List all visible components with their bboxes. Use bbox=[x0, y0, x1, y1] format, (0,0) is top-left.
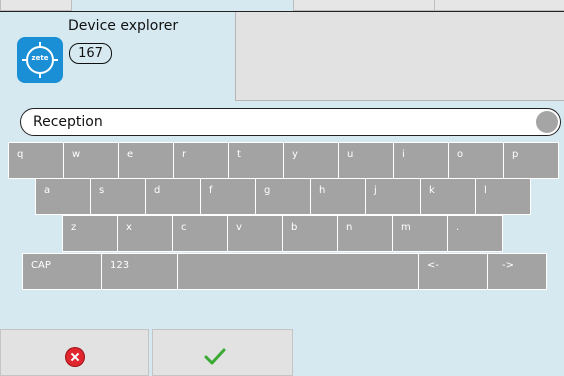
key-e[interactable]: e bbox=[118, 142, 174, 179]
info-panel bbox=[235, 12, 564, 101]
key-p[interactable]: p bbox=[503, 142, 559, 179]
top-tab-1[interactable] bbox=[0, 0, 72, 11]
key-r[interactable]: r bbox=[173, 142, 229, 179]
key-l[interactable]: l bbox=[475, 178, 531, 215]
key-period[interactable]: . bbox=[447, 215, 503, 252]
top-tab-2[interactable] bbox=[293, 0, 435, 11]
app-logo-ring: zete bbox=[26, 46, 54, 74]
key-m[interactable]: m bbox=[392, 215, 448, 252]
top-tab-3[interactable] bbox=[434, 0, 564, 11]
confirm-button[interactable] bbox=[152, 329, 293, 376]
key-f[interactable]: f bbox=[200, 178, 256, 215]
key-backspace[interactable]: <- bbox=[418, 253, 488, 290]
key-k[interactable]: k bbox=[420, 178, 476, 215]
device-count-badge: 167 bbox=[69, 43, 112, 64]
key-t[interactable]: t bbox=[228, 142, 284, 179]
key-w[interactable]: w bbox=[63, 142, 119, 179]
key-y[interactable]: y bbox=[283, 142, 339, 179]
key-h[interactable]: h bbox=[310, 178, 366, 215]
checkmark-icon bbox=[204, 348, 226, 365]
key-s[interactable]: s bbox=[90, 178, 146, 215]
key-c[interactable]: c bbox=[172, 215, 228, 252]
cancel-button[interactable] bbox=[0, 329, 149, 376]
key-d[interactable]: d bbox=[145, 178, 201, 215]
search-field[interactable] bbox=[20, 108, 561, 136]
key-forward[interactable]: -> bbox=[487, 253, 547, 290]
key-u[interactable]: u bbox=[338, 142, 394, 179]
key-numeric[interactable]: 123 bbox=[101, 253, 178, 290]
key-v[interactable]: v bbox=[227, 215, 283, 252]
key-n[interactable]: n bbox=[337, 215, 393, 252]
search-toggle-knob[interactable] bbox=[536, 111, 558, 133]
key-q[interactable]: q bbox=[8, 142, 64, 179]
key-o[interactable]: o bbox=[448, 142, 504, 179]
app-title: Device explorer bbox=[68, 18, 179, 34]
device-explorer-icon: zete bbox=[17, 37, 63, 83]
key-i[interactable]: i bbox=[393, 142, 449, 179]
search-input[interactable] bbox=[33, 111, 523, 132]
top-tab-bar bbox=[0, 0, 564, 12]
key-caps[interactable]: CAP bbox=[22, 253, 102, 290]
key-a[interactable]: a bbox=[35, 178, 91, 215]
key-b[interactable]: b bbox=[282, 215, 338, 252]
key-z[interactable]: z bbox=[62, 215, 118, 252]
key-g[interactable]: g bbox=[255, 178, 311, 215]
key-x[interactable]: x bbox=[117, 215, 173, 252]
key-space[interactable] bbox=[177, 253, 419, 290]
key-j[interactable]: j bbox=[365, 178, 421, 215]
app-logo-text: zete bbox=[31, 54, 49, 62]
cancel-icon bbox=[66, 348, 84, 366]
